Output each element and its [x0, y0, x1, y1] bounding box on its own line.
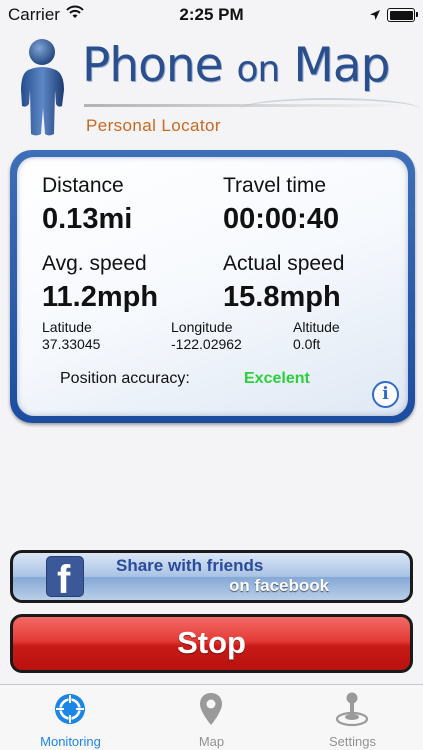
tab-bar: Monitoring Map Settings — [0, 684, 423, 750]
map-pin-icon — [193, 691, 229, 727]
latitude-value: 37.33045 — [42, 336, 101, 352]
facebook-logo-letter: f — [57, 558, 71, 602]
avg-speed-label: Avg. speed — [42, 252, 147, 275]
tab-map[interactable]: Map — [141, 685, 282, 750]
settings-joystick-icon — [334, 691, 370, 727]
share-facebook-button[interactable]: f Share with friends on facebook — [10, 550, 413, 603]
avg-speed-value: 11.2mph — [42, 281, 159, 313]
facebook-logo-icon: f — [46, 556, 84, 600]
location-arrow-icon — [369, 6, 381, 26]
tab-map-label: Map — [198, 734, 225, 749]
position-accuracy-value: Excelent — [244, 370, 310, 387]
tracking-stats-panel-inner: Distance 0.13mi Travel time 00:00:40 Avg… — [17, 157, 408, 416]
tab-monitoring-label: Monitoring — [40, 734, 101, 749]
actual-speed-value: 15.8mph — [223, 281, 341, 313]
info-button[interactable]: i — [372, 381, 399, 408]
travel-time-value: 00:00:40 — [223, 203, 340, 235]
share-facebook-line1: Share with friends — [116, 556, 264, 575]
distance-label: Distance — [42, 174, 124, 197]
distance-value: 0.13mi — [42, 203, 133, 235]
brand-title-part3: Map — [279, 38, 390, 93]
tab-settings[interactable]: Settings — [282, 685, 423, 750]
brand-subtitle: Personal Locator — [86, 116, 221, 135]
app-header: Phone on Map Personal Locator — [0, 30, 423, 145]
latitude-label: Latitude — [42, 319, 92, 335]
brand-title-part1: Phone — [82, 38, 237, 93]
tab-settings-label: Settings — [329, 734, 376, 749]
altitude-label: Altitude — [293, 319, 340, 335]
brand-swoosh — [240, 98, 420, 120]
position-accuracy-label: Position accuracy: — [60, 370, 190, 387]
tab-monitoring[interactable]: Monitoring — [0, 685, 141, 750]
longitude-label: Longitude — [171, 319, 233, 335]
stop-button[interactable]: Stop — [10, 614, 413, 673]
status-time: 2:25 PM — [179, 5, 244, 24]
crosshair-icon — [52, 691, 88, 727]
travel-time-label: Travel time — [223, 174, 327, 197]
brand-title: Phone on Map — [82, 38, 391, 93]
longitude-value: -122.02962 — [171, 336, 242, 352]
share-facebook-line2: on facebook — [229, 576, 330, 595]
tracking-stats-panel: Distance 0.13mi Travel time 00:00:40 Avg… — [10, 150, 415, 423]
status-bar: Carrier 2:25 PM — [0, 0, 423, 30]
brand-title-part2: on — [236, 49, 281, 90]
info-icon: i — [382, 384, 389, 404]
altitude-value: 0.0ft — [293, 336, 321, 352]
person-logo-icon — [18, 38, 68, 138]
battery-icon — [387, 8, 418, 22]
actual-speed-label: Actual speed — [223, 252, 345, 275]
stop-button-label: Stop — [177, 625, 246, 660]
